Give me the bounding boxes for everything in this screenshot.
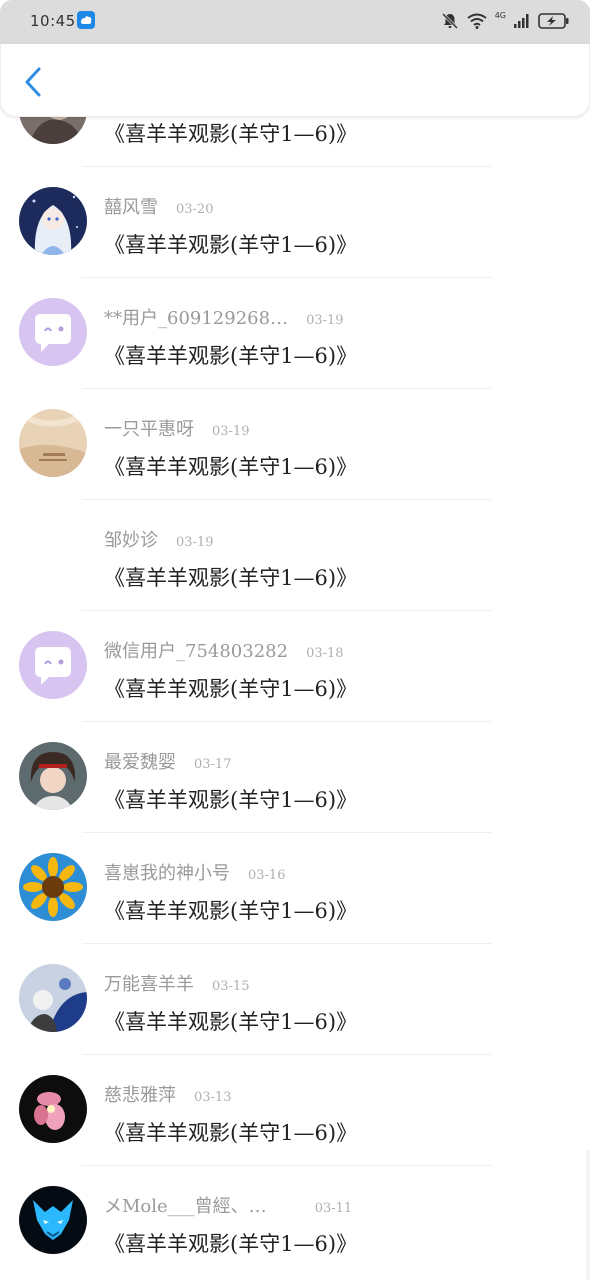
top-nav-bar <box>0 44 590 117</box>
article-title: 《喜羊羊观影(羊守1—6)》 <box>104 1010 358 1034</box>
list-item[interactable]: 一只平惠呀 03-19 《喜羊羊观影(羊守1—6)》 <box>0 389 590 500</box>
username[interactable]: 邹妙诊 <box>104 530 158 551</box>
username[interactable]: 最爱魏婴 <box>104 752 176 773</box>
reader-meta: 一只平惠呀 03-19 <box>104 415 249 441</box>
default-chat-avatar <box>19 298 87 366</box>
username[interactable]: 万能喜羊羊 <box>104 974 194 995</box>
reader-meta: メMole___曾經、… 03-11 <box>104 1192 352 1218</box>
article-title: 《喜羊羊观影(羊守1—6)》 <box>104 788 358 812</box>
anime-boy-avatar <box>19 742 87 810</box>
signal-icon <box>514 13 530 29</box>
status-bar: 10:45 4G <box>0 0 590 44</box>
cartoon-avatar <box>19 964 87 1032</box>
username[interactable]: 微信用户_754803282 <box>104 641 288 662</box>
article-title: 《喜羊羊观影(羊守1—6)》 <box>104 122 358 146</box>
username[interactable]: 一只平惠呀 <box>104 419 194 440</box>
scrollbar[interactable] <box>586 1150 590 1280</box>
list-item[interactable]: 最爱魏婴 03-17 《喜羊羊观影(羊守1—6)》 <box>0 722 590 833</box>
battery-charging-icon <box>538 13 570 29</box>
reader-meta: 邹妙诊 03-19 <box>104 526 213 552</box>
date: 03-20 <box>176 202 214 217</box>
date: 03-13 <box>194 1090 232 1105</box>
list-item[interactable]: 喜崽我的神小号 03-16 《喜羊羊观影(羊守1—6)》 <box>0 833 590 944</box>
mute-bell-icon <box>441 12 459 30</box>
article-title: 《喜羊羊观影(羊守1—6)》 <box>104 1232 358 1256</box>
illustration-avatar <box>19 409 87 477</box>
article-title: 《喜羊羊观影(羊守1—6)》 <box>104 566 358 590</box>
article-title: 《喜羊羊观影(羊守1—6)》 <box>104 899 358 923</box>
date: 03-11 <box>314 1201 353 1216</box>
list-item[interactable]: 囍风雪 03-20 《喜羊羊观影(羊守1—6)》 <box>0 167 590 278</box>
list-item[interactable]: 慈悲雅萍 03-13 《喜羊羊观影(羊守1—6)》 <box>0 1055 590 1166</box>
list-item[interactable]: 邹妙诊 03-19 《喜羊羊观影(羊守1—6)》 <box>0 500 590 611</box>
anime-girl-avatar <box>19 187 87 255</box>
reader-meta: 万能喜羊羊 03-15 <box>104 970 249 996</box>
list-item[interactable]: **用户_609129268… 03-19 《喜羊羊观影(羊守1—6)》 <box>0 278 590 389</box>
network-type-label: 4G <box>494 10 506 20</box>
reader-meta: 喜崽我的神小号 03-16 <box>104 859 285 885</box>
username[interactable]: 慈悲雅萍 <box>104 1085 176 1106</box>
date: 03-15 <box>212 979 250 994</box>
reader-meta: **用户_609129268… 03-19 <box>104 304 344 330</box>
article-title: 《喜羊羊观影(羊守1—6)》 <box>104 344 358 368</box>
chevron-left-icon <box>25 67 41 97</box>
article-title: 《喜羊羊观影(羊守1—6)》 <box>104 677 358 701</box>
username[interactable]: メMole___曾經、… <box>104 1196 267 1217</box>
reader-meta: 囍风雪 03-20 <box>104 193 213 219</box>
username[interactable]: 囍风雪 <box>104 197 158 218</box>
list-item[interactable]: メMole___曾經、… 03-11 《喜羊羊观影(羊守1—6)》 <box>0 1166 590 1277</box>
list-item[interactable]: 万能喜羊羊 03-15 《喜羊羊观影(羊守1—6)》 <box>0 944 590 1055</box>
status-icons: 4G <box>441 10 570 32</box>
app-notification-icon <box>77 11 95 29</box>
orchid-avatar <box>19 1075 87 1143</box>
article-title: 《喜羊羊观影(羊守1—6)》 <box>104 455 358 479</box>
username[interactable]: **用户_609129268… <box>104 308 288 329</box>
date: 03-19 <box>176 535 214 550</box>
date: 03-19 <box>306 313 344 328</box>
date: 03-19 <box>212 424 250 439</box>
reader-meta: 最爱魏婴 03-17 <box>104 748 231 774</box>
date: 03-16 <box>248 868 286 883</box>
back-button[interactable] <box>15 64 51 100</box>
article-title: 《喜羊羊观影(羊守1—6)》 <box>104 1121 358 1145</box>
list-item[interactable]: 微信用户_754803282 03-18 《喜羊羊观影(羊守1—6)》 <box>0 611 590 722</box>
reader-meta: 慈悲雅萍 03-13 <box>104 1081 231 1107</box>
wifi-icon <box>467 13 487 29</box>
date: 03-17 <box>194 757 232 772</box>
article-title: 《喜羊羊观影(羊守1—6)》 <box>104 233 358 257</box>
sunflower-avatar <box>19 853 87 921</box>
default-chat-avatar <box>19 631 87 699</box>
username[interactable]: 喜崽我的神小号 <box>104 863 230 884</box>
blue-wolf-avatar <box>19 1186 87 1254</box>
status-time: 10:45 <box>30 12 76 30</box>
reader-meta: 微信用户_754803282 03-18 <box>104 637 344 663</box>
date: 03-18 <box>306 646 344 661</box>
